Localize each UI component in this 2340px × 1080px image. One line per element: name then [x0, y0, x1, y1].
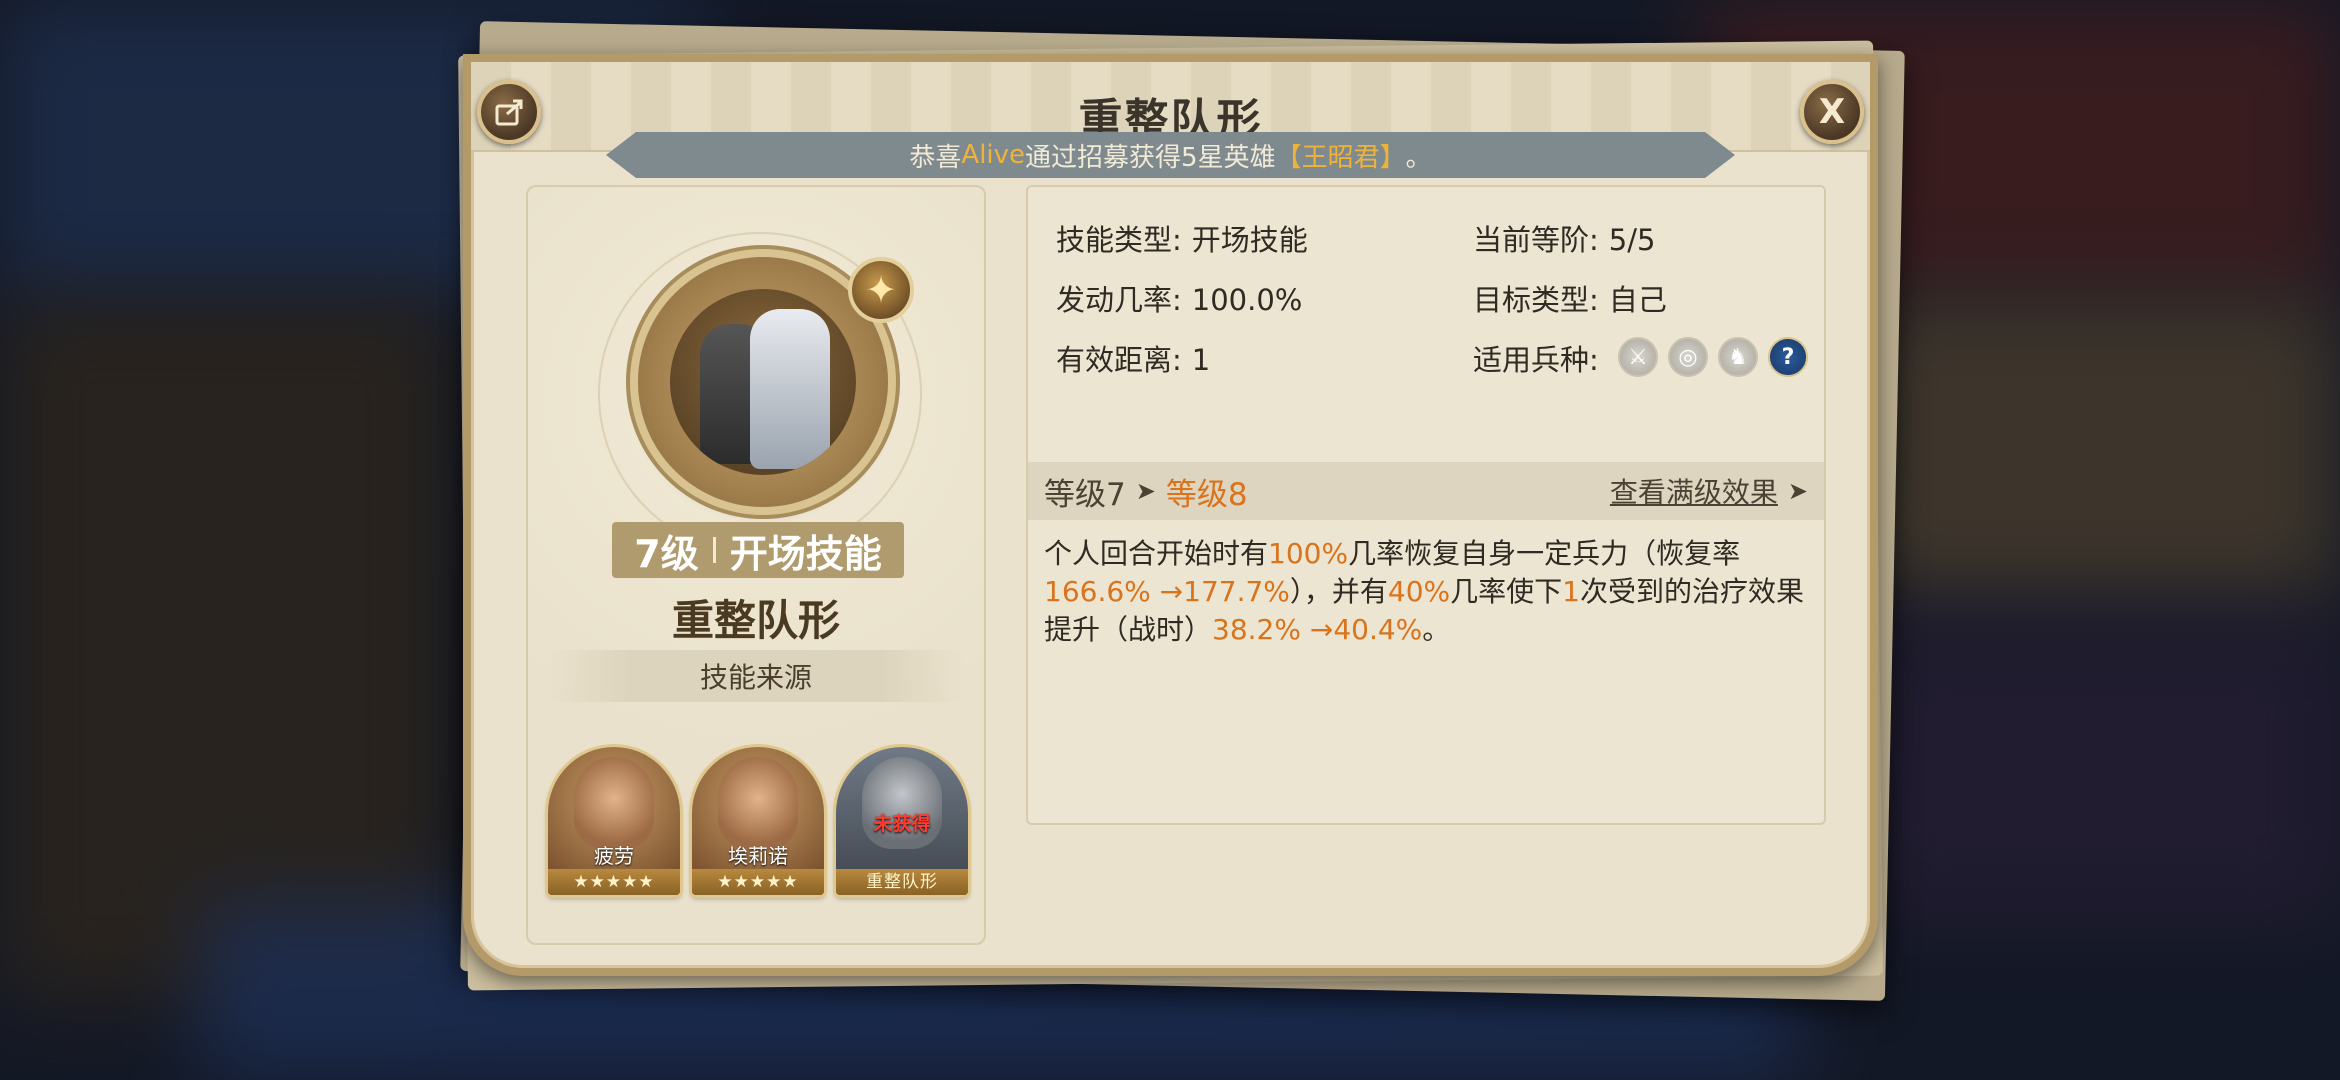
trigger-rate-value: 100.0%	[1191, 283, 1303, 317]
close-button[interactable]: X	[1800, 80, 1864, 144]
broadcast-prefix: 恭喜	[909, 142, 962, 173]
broadcast-player: Alive	[961, 140, 1026, 170]
level-compare-bar: 等级7 ➤ 等级8 查看满级效果 ➤	[1028, 462, 1824, 520]
target-type-key: 目标类型:	[1473, 283, 1599, 317]
stage-row: 当前等阶: 5/5	[1473, 217, 1655, 259]
target-icon[interactable]: ◎	[1668, 337, 1708, 377]
chevron-right-icon[interactable]: ➤	[1788, 477, 1808, 505]
skill-level-tag: 7级 开场技能	[612, 522, 904, 578]
stage-value: 5/5	[1608, 223, 1656, 257]
share-icon	[495, 99, 523, 126]
view-max-level-link[interactable]: 查看满级效果	[1610, 471, 1778, 511]
broadcast-ribbon: 恭喜 Alive 通过招募获得5星英雄 【王昭君】 。	[606, 132, 1735, 178]
sword-icon[interactable]: ⚔	[1618, 337, 1658, 377]
broadcast-hero: 【王昭君】	[1275, 142, 1406, 173]
desc-value: 40%	[1387, 575, 1451, 608]
troop-type-row: 适用兵种:	[1473, 337, 1599, 379]
skill-type-key: 技能类型:	[1056, 223, 1182, 257]
skill-detail-panel: 重整队形 恭喜 Alive 通过招募获得5星英雄 【王昭君】 。 X ✦ 7级 …	[463, 54, 1878, 976]
troop-type-key: 适用兵种:	[1473, 343, 1599, 377]
troop-icons: ⚔ ◎ ♞ ?	[1618, 337, 1808, 377]
hero-card-1[interactable]: 疲劳 ★★★★★	[548, 747, 680, 895]
hero-card-2[interactable]: 埃莉诺 ★★★★★	[692, 747, 824, 895]
next-level: 等级8	[1165, 476, 1248, 513]
skill-type-value: 开场技能	[1191, 223, 1308, 257]
skill-level: 7级	[634, 531, 699, 576]
skill-type-tag: 开场技能	[729, 531, 882, 576]
hero-card-3[interactable]: 未获得 重整队形	[836, 747, 968, 895]
question-icon[interactable]: ?	[1768, 337, 1808, 377]
view-max-level-label: 查看满级效果	[1609, 476, 1778, 509]
desc-value: 38.2% →40.4%	[1212, 613, 1423, 646]
desc-text: 个人回合开始时有	[1044, 537, 1269, 570]
not-obtained-label: 未获得	[873, 813, 931, 835]
desc-text: 几率恢复自身一定兵力（恢复率	[1348, 537, 1741, 570]
desc-value: 100%	[1268, 537, 1349, 570]
hero-stars: ★★★★★	[548, 869, 680, 895]
arrow-right-icon: ➤	[1135, 477, 1156, 505]
skill-source-header: 技能来源	[548, 650, 964, 702]
skill-description: 个人回合开始时有100%几率恢复自身一定兵力（恢复率 166.6% →177.7%…	[1044, 535, 1808, 649]
desc-text: ），并有	[1289, 575, 1388, 608]
trigger-rate-key: 发动几率:	[1056, 283, 1182, 317]
trigger-rate-row: 发动几率: 100.0%	[1056, 277, 1302, 319]
share-button[interactable]	[477, 80, 541, 144]
hero-card-caption: 重整队形	[836, 869, 968, 895]
skill-type-row: 技能类型: 开场技能	[1056, 217, 1308, 259]
range-key: 有效距离:	[1056, 343, 1182, 377]
broadcast-suffix: 。	[1405, 142, 1432, 173]
skill-info-card: 技能类型: 开场技能 当前等阶: 5/5 发动几率: 100.0% 目标类型: 自己 有…	[1026, 185, 1826, 825]
desc-text: 。	[1422, 613, 1451, 646]
desc-value: 166.6% →177.7%	[1044, 575, 1290, 608]
desc-text: 几率使下	[1450, 575, 1563, 608]
target-type-value: 自己	[1608, 283, 1667, 317]
skill-summary-card: ✦ 7级 开场技能 重整队形 技能来源 疲劳 ★★★★★ 埃莉诺 ★★★★★ 未…	[526, 185, 986, 945]
skill-name: 重整队形	[671, 596, 840, 645]
broadcast-middle: 通过招募获得5星英雄	[1025, 142, 1276, 173]
hero-name: 疲劳	[594, 844, 634, 868]
target-type-row: 目标类型: 自己	[1473, 277, 1667, 319]
hero-portrait	[718, 757, 798, 849]
current-level: 等级7	[1044, 476, 1126, 513]
skill-artwork	[670, 289, 856, 475]
range-row: 有效距离: 1	[1056, 337, 1210, 379]
hero-stars: ★★★★★	[692, 869, 824, 895]
close-icon: X	[1818, 92, 1846, 132]
stage-key: 当前等阶:	[1473, 223, 1599, 257]
sparkle-star-icon: ✦	[848, 257, 914, 323]
hero-portrait	[574, 757, 654, 849]
desc-value: 1	[1562, 575, 1580, 608]
horse-icon[interactable]: ♞	[1718, 337, 1758, 377]
skill-source-label: 技能来源	[699, 661, 812, 694]
tag-divider	[712, 537, 716, 563]
range-value: 1	[1191, 343, 1211, 377]
hero-name: 埃莉诺	[728, 844, 788, 868]
white-statue-figure	[750, 309, 830, 469]
